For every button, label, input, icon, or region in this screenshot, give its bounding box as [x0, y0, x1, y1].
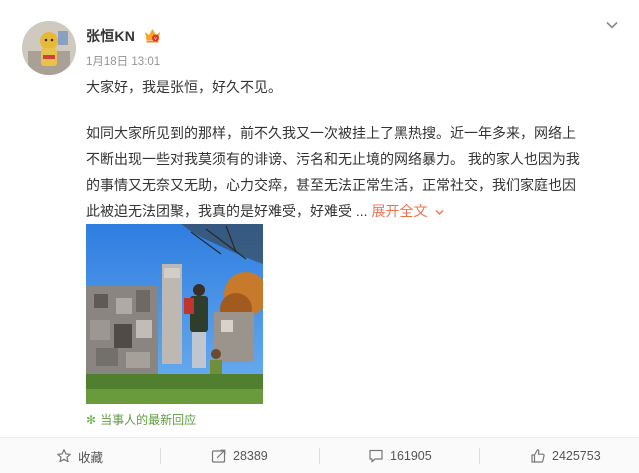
thumbs-up-icon: [531, 449, 545, 463]
action-divider: [160, 448, 161, 464]
latest-response-link[interactable]: ✻ 当事人的最新回应: [86, 411, 196, 428]
vip-badge-icon[interactable]: v: [143, 26, 162, 45]
repost-count: 28389: [233, 449, 268, 463]
author-name[interactable]: 张恒KN: [86, 26, 135, 46]
comment-icon: [369, 449, 383, 463]
expand-label: 展开全文: [371, 203, 428, 219]
weibo-post-card: 张恒KN v 1月18日 13:01 大家好，我是张恒，好久不见。 如同大家所见…: [0, 0, 639, 473]
action-divider: [319, 448, 320, 464]
sparkle-icon: ✻: [86, 412, 97, 427]
post-body-last-line: 此被迫无法团聚，我真的是好难受，好难受 ... 展开全文: [86, 198, 631, 224]
post-body-line: 此被迫无法团聚，我真的是好难受，好难受 ...: [86, 203, 372, 219]
chevron-down-icon[interactable]: [604, 17, 620, 33]
post-body-line: 如同大家所见到的那样，前不久我又一次被挂上了黑热搜。近一年多来，网络上: [86, 125, 576, 141]
action-bar: 收藏 28389 161905 2425753: [0, 437, 639, 473]
avatar[interactable]: [22, 21, 76, 75]
favorite-button[interactable]: 收藏: [56, 438, 103, 473]
comment-button[interactable]: 161905: [368, 438, 432, 473]
repost-button[interactable]: 28389: [211, 438, 268, 473]
post-photo-image: [86, 224, 263, 404]
post-greeting: 大家好，我是张恒，好久不见。: [86, 79, 282, 95]
star-icon: [57, 449, 71, 463]
expand-full-text-link[interactable]: 展开全文: [371, 203, 445, 219]
latest-response-label: 当事人的最新回应: [100, 413, 197, 427]
action-divider: [479, 448, 480, 464]
favorite-label: 收藏: [78, 450, 104, 465]
expand-chevron-icon: [435, 209, 444, 215]
post-body-line: 不断出现一些对我莫须有的诽谤、污名和无止境的网络暴力。 我的家人也因为我: [86, 151, 580, 167]
post-body-line: 的事情又无奈又无助，心力交瘁，甚至无法正常生活，正常社交，我们家庭也因: [86, 177, 576, 193]
like-button[interactable]: 2425753: [530, 438, 601, 473]
post-timestamp[interactable]: 1月18日 13:01: [86, 53, 160, 69]
repost-icon: [211, 449, 226, 463]
post-photo[interactable]: [86, 224, 263, 404]
post-body: 如同大家所见到的那样，前不久我又一次被挂上了黑热搜。近一年多来，网络上 不断出现…: [86, 120, 631, 224]
like-count: 2425753: [552, 449, 601, 463]
avatar-image: [22, 21, 76, 75]
comment-count: 161905: [390, 449, 432, 463]
